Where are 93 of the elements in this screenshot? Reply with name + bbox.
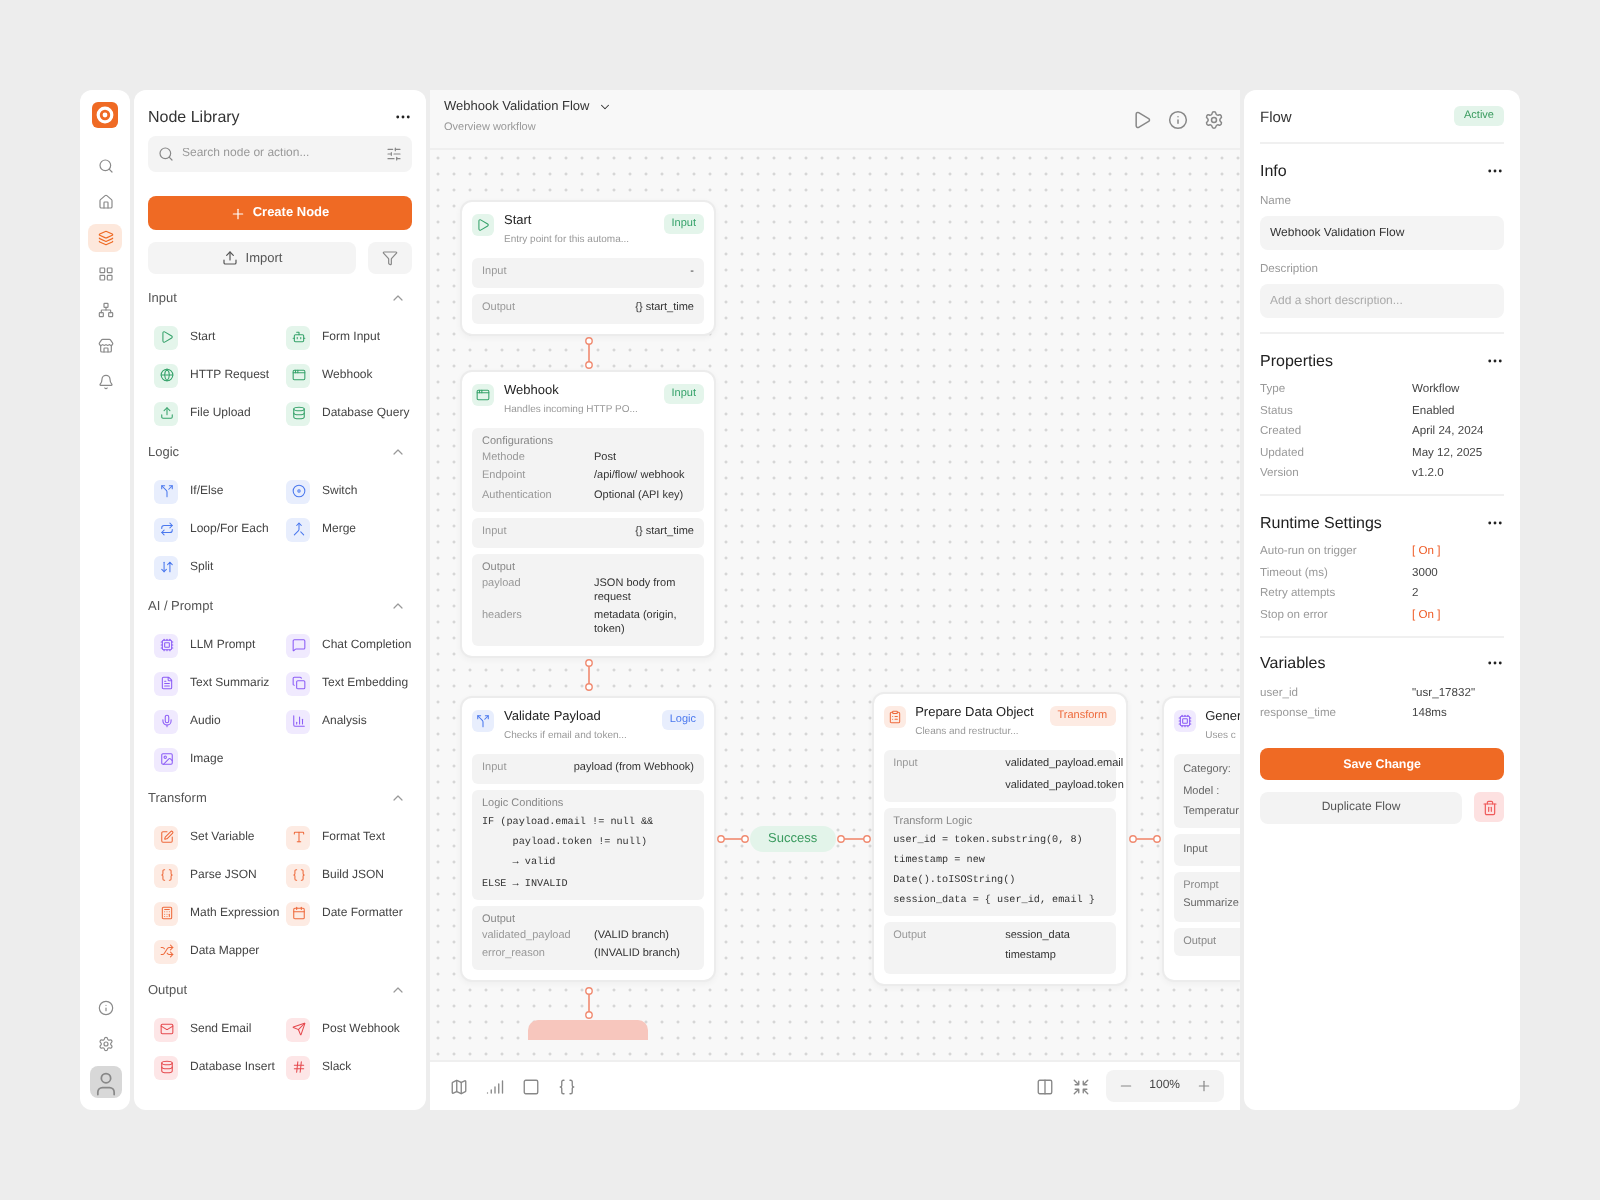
window-icon — [291, 368, 305, 382]
trash-icon — [1481, 799, 1497, 815]
store-icon — [97, 338, 113, 354]
copy-icon — [291, 676, 305, 690]
calendar-icon — [291, 906, 305, 920]
image-icon — [159, 752, 173, 766]
globe-icon — [159, 368, 173, 382]
network-icon — [97, 302, 113, 318]
nav-item[interactable] — [88, 224, 122, 252]
map-icon — [449, 1077, 467, 1095]
split-icon — [476, 713, 490, 728]
plus-icon — [1196, 1078, 1212, 1094]
braces-icon — [159, 868, 173, 882]
filter-icon — [382, 250, 398, 266]
chevron-up-icon[interactable] — [390, 790, 406, 806]
chevron-up-icon[interactable] — [390, 290, 406, 306]
connector-line — [716, 833, 750, 844]
calculator-icon — [159, 906, 173, 920]
upload-icon — [159, 406, 173, 420]
database-icon — [291, 406, 305, 420]
play-icon — [476, 218, 490, 232]
connector-line — [583, 658, 593, 693]
microphone-icon — [159, 714, 173, 728]
fit-view-button[interactable] — [1069, 1074, 1094, 1098]
sliders-icon — [386, 146, 402, 162]
run-button[interactable] — [1130, 108, 1154, 132]
search-icon — [97, 158, 113, 174]
square-icon — [521, 1077, 539, 1095]
arrows-icon — [159, 560, 173, 574]
send-icon — [291, 1022, 305, 1036]
node-card[interactable] — [871, 692, 1128, 986]
clipboard-icon — [887, 710, 902, 725]
layers-icon — [97, 230, 113, 246]
connector-line — [835, 833, 872, 844]
document-icon — [159, 676, 173, 690]
home-icon — [97, 194, 113, 210]
chat-icon — [291, 638, 305, 652]
repeat-icon — [159, 522, 173, 536]
database-icon — [159, 1060, 173, 1074]
connector-line — [583, 985, 593, 1020]
section-title: Variables — [1260, 654, 1326, 672]
window-icon — [476, 388, 490, 403]
info-button[interactable] — [1166, 108, 1190, 132]
chip-icon — [159, 638, 173, 652]
chevron-up-icon[interactable] — [390, 598, 406, 614]
play-icon — [159, 330, 173, 344]
columns-button[interactable] — [1033, 1074, 1058, 1098]
section-title: Info — [1260, 161, 1287, 179]
hash-icon — [291, 1060, 305, 1074]
split-icon — [159, 484, 173, 498]
mail-icon — [159, 1022, 173, 1036]
search-icon — [158, 146, 174, 162]
signal-icon — [485, 1077, 503, 1095]
node-card[interactable] — [460, 695, 716, 982]
filter-button[interactable] — [368, 242, 412, 274]
info-icon — [97, 1000, 113, 1016]
square-button[interactable] — [518, 1074, 542, 1098]
section-title: Properties — [1260, 351, 1333, 369]
edit-icon — [159, 830, 173, 844]
shuffle-icon — [159, 944, 173, 958]
bell-icon — [97, 374, 113, 390]
grid-icon — [97, 266, 113, 282]
chevron-down-icon — [597, 100, 612, 114]
avatar[interactable] — [89, 1066, 121, 1098]
panel-title: Node Library — [148, 107, 240, 125]
settings-button[interactable] — [1202, 108, 1226, 132]
upload-icon — [221, 250, 238, 266]
settings-icon — [97, 1036, 113, 1052]
merge-icon — [291, 522, 305, 536]
section-title: Runtime Settings — [1260, 513, 1382, 531]
logo-icon — [92, 102, 118, 128]
chart-icon — [291, 714, 305, 728]
text-icon — [291, 830, 305, 844]
chip-icon — [1177, 714, 1192, 729]
partial-node — [528, 1019, 648, 1040]
chevron-up-icon[interactable] — [390, 982, 406, 998]
robot-icon — [291, 330, 305, 344]
braces-icon — [557, 1077, 575, 1095]
disc-icon — [291, 484, 305, 498]
shrink-icon — [1072, 1077, 1091, 1095]
node-card[interactable] — [460, 370, 716, 659]
info-icon — [1168, 110, 1188, 130]
code-button[interactable] — [554, 1074, 578, 1098]
chevron-up-icon[interactable] — [390, 444, 406, 460]
connector-line — [583, 336, 593, 371]
columns-icon — [1036, 1077, 1055, 1095]
plus-icon — [230, 205, 247, 221]
delete-button[interactable] — [1474, 792, 1504, 822]
settings-icon — [1204, 110, 1224, 130]
braces-icon — [291, 868, 305, 882]
play-icon — [1132, 110, 1152, 130]
map-button[interactable] — [446, 1074, 470, 1098]
connector-line — [1127, 833, 1162, 844]
